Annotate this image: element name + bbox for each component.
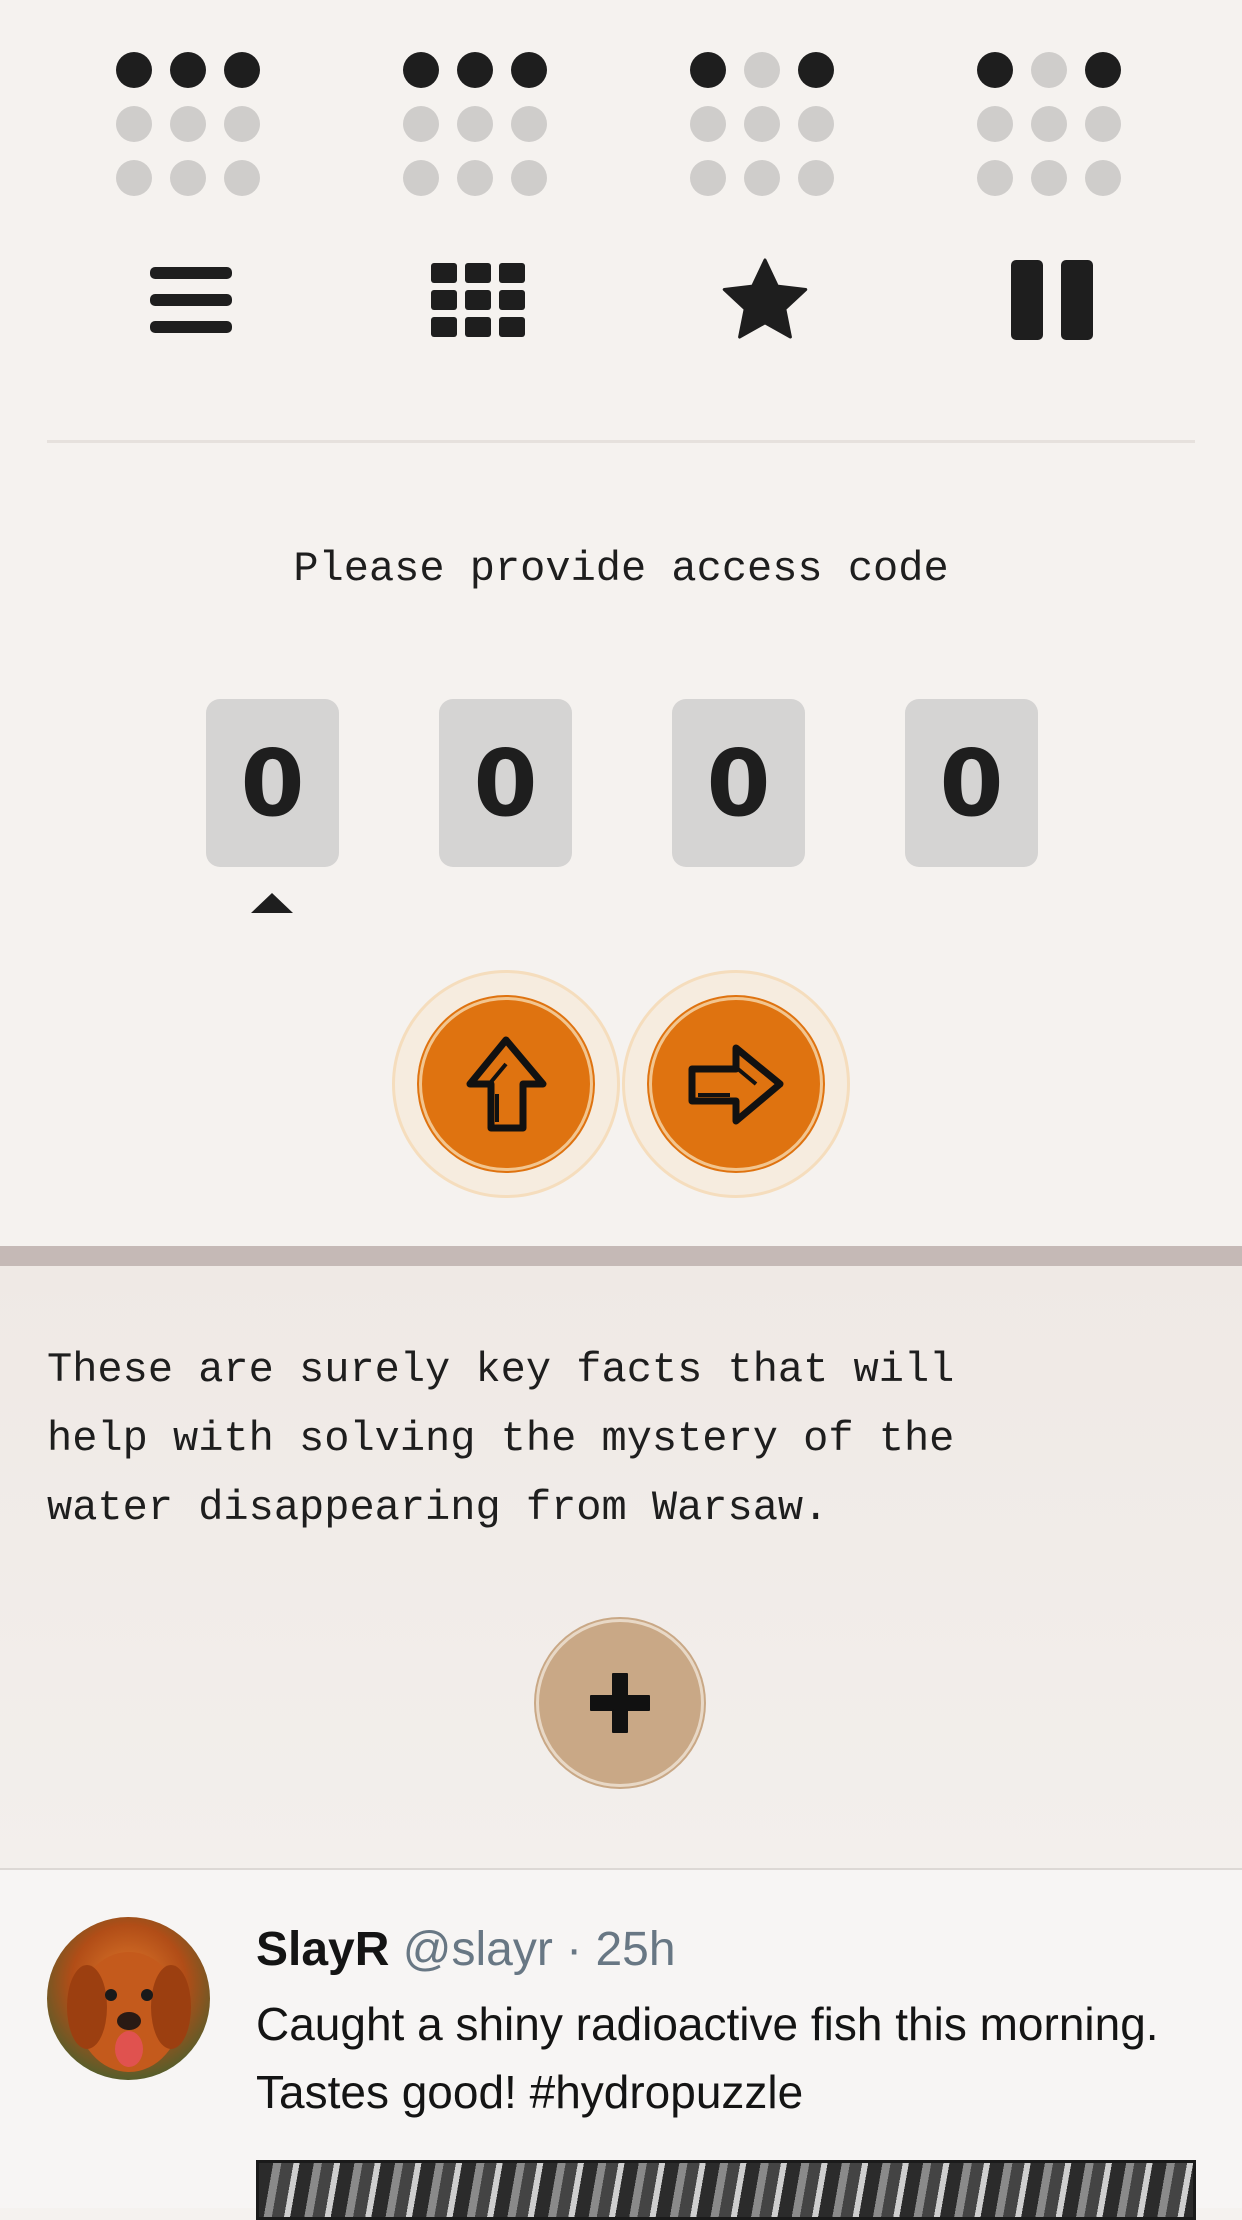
dot-empty	[798, 160, 834, 196]
next-digit-button[interactable]	[622, 970, 850, 1198]
dot-empty	[170, 160, 206, 196]
post-handle[interactable]: @slayr	[403, 1923, 553, 1976]
indicator-2	[403, 52, 553, 202]
selected-digit-caret-icon	[251, 893, 293, 913]
dot-filled	[403, 52, 439, 88]
levels-button[interactable]	[423, 255, 533, 345]
dot-empty	[224, 106, 260, 142]
dot-filled	[690, 52, 726, 88]
indicator-3	[690, 52, 840, 202]
dot-empty	[511, 160, 547, 196]
post-time: 25h	[595, 1923, 676, 1976]
post-separator: ·	[552, 1923, 596, 1976]
menu-button[interactable]	[136, 255, 246, 345]
menu-icon	[150, 267, 232, 333]
up-arrow-icon	[466, 1036, 547, 1132]
avatar[interactable]	[47, 1917, 210, 2080]
notes-text: These are surely key facts that will hel…	[47, 1346, 955, 1532]
dot-empty	[116, 106, 152, 142]
dot-empty	[1031, 52, 1067, 88]
star-icon	[722, 258, 808, 339]
dot-filled	[511, 52, 547, 88]
section-separator	[0, 1246, 1242, 1266]
increment-button[interactable]	[392, 970, 620, 1198]
next-digit-button-face	[649, 997, 823, 1171]
indicator-1	[116, 52, 266, 202]
dot-empty	[744, 52, 780, 88]
dot-empty	[977, 106, 1013, 142]
post-body: Caught a shiny radioactive fish this mor…	[256, 1998, 1159, 2118]
dot-filled	[170, 52, 206, 88]
dot-empty	[1031, 106, 1067, 142]
access-prompt: Please provide access code	[293, 545, 949, 593]
dot-filled	[798, 52, 834, 88]
dot-empty	[170, 106, 206, 142]
notes-panel: These are surely key facts that will hel…	[0, 1266, 1242, 1868]
dot-filled	[457, 52, 493, 88]
dot-empty	[116, 160, 152, 196]
code-digit-3[interactable]: 0	[672, 699, 805, 867]
code-digit-4[interactable]: 0	[905, 699, 1038, 867]
dot-filled	[224, 52, 260, 88]
post-header: SlayR @slayr · 25h	[256, 1922, 676, 1978]
grid-icon	[431, 263, 525, 337]
dot-filled	[116, 52, 152, 88]
favorites-button[interactable]	[710, 255, 820, 345]
dot-empty	[403, 106, 439, 142]
dot-filled	[977, 52, 1013, 88]
progress-indicators	[0, 52, 1242, 202]
dot-empty	[403, 160, 439, 196]
dot-empty	[457, 106, 493, 142]
post-author-name[interactable]: SlayR	[256, 1923, 389, 1976]
post-image[interactable]	[256, 2160, 1196, 2220]
indicator-4	[977, 52, 1127, 202]
dot-empty	[798, 106, 834, 142]
code-digit-2[interactable]: 0	[439, 699, 572, 867]
code-digit-1[interactable]: 0	[206, 699, 339, 867]
dot-empty	[1085, 160, 1121, 196]
dot-empty	[1031, 160, 1067, 196]
pause-button[interactable]	[997, 255, 1107, 345]
dot-empty	[1085, 106, 1121, 142]
right-arrow-icon	[688, 1044, 784, 1125]
dot-empty	[224, 160, 260, 196]
toolbar	[0, 255, 1242, 345]
pause-icon	[1011, 260, 1093, 340]
dot-empty	[744, 106, 780, 142]
social-post: SlayR @slayr · 25h Caught a shiny radioa…	[0, 1870, 1242, 2220]
divider	[47, 440, 1195, 443]
dot-empty	[690, 106, 726, 142]
dot-filled	[1085, 52, 1121, 88]
dot-empty	[457, 160, 493, 196]
plus-icon	[590, 1673, 650, 1733]
dog-avatar-icon	[67, 1952, 191, 2072]
dot-empty	[511, 106, 547, 142]
dot-empty	[744, 160, 780, 196]
add-note-button[interactable]	[536, 1619, 704, 1787]
increment-button-face	[419, 997, 593, 1171]
dot-empty	[690, 160, 726, 196]
dot-empty	[977, 160, 1013, 196]
